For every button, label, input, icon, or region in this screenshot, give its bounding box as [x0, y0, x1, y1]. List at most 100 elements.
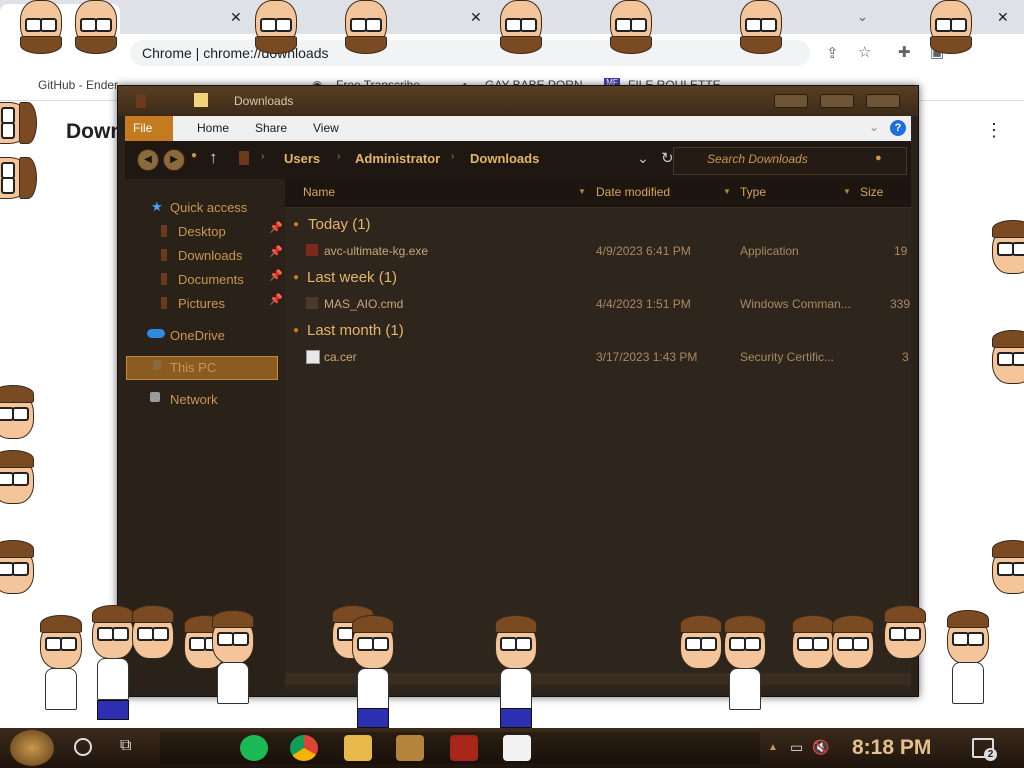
roblox-app-icon[interactable] — [396, 735, 424, 761]
close-icon[interactable]: ✕ — [997, 0, 1009, 34]
tab-file[interactable]: File — [125, 116, 173, 141]
group-collapse-icon[interactable]: ● — [293, 325, 299, 336]
desktop-folder-icon — [161, 225, 167, 237]
chevron-down-icon[interactable]: ▼ — [578, 187, 586, 196]
recent-locations-icon[interactable]: ● — [191, 150, 197, 161]
chevron-right-icon[interactable]: › — [451, 151, 454, 162]
file-type: Security Certific... — [740, 350, 835, 364]
breadcrumb-administrator[interactable]: Administrator — [355, 151, 440, 166]
chevron-down-icon[interactable]: ▼ — [723, 187, 731, 196]
cartoon-head — [345, 0, 389, 54]
maximize-button[interactable] — [820, 94, 854, 108]
chevron-down-icon[interactable]: ⌄ — [637, 150, 649, 167]
breadcrumb-downloads[interactable]: Downloads — [470, 151, 539, 166]
file-size: 19 — [894, 244, 908, 258]
group-last-month[interactable]: Last month (1) — [307, 322, 404, 339]
pin-icon[interactable]: 📌 — [269, 245, 283, 258]
group-last-week[interactable]: Last week (1) — [307, 269, 397, 286]
file-name[interactable]: avc-ultimate-kg.exe — [324, 244, 428, 258]
search-icon[interactable] — [74, 738, 92, 756]
column-size[interactable]: Size — [860, 185, 883, 199]
column-type[interactable]: Type — [740, 185, 766, 199]
search-icon[interactable]: ● — [875, 152, 882, 164]
bookmark-github[interactable]: GitHub - Ender — [38, 78, 118, 92]
tray-chevron-icon[interactable]: ▲ — [768, 742, 778, 753]
cartoon-head — [882, 605, 926, 659]
back-button[interactable]: ◀ — [137, 149, 159, 171]
file-date: 3/17/2023 1:43 PM — [596, 350, 698, 364]
refresh-icon[interactable]: ↻ — [661, 149, 674, 167]
group-today[interactable]: Today (1) — [308, 216, 371, 233]
nav-network[interactable]: Network — [170, 389, 218, 411]
pin-icon[interactable]: 📌 — [269, 269, 283, 282]
more-menu-icon[interactable]: ⋮ — [985, 120, 1003, 141]
application-file-icon — [306, 244, 318, 256]
breadcrumb-users[interactable]: Users — [284, 151, 320, 166]
cartoon-body — [500, 668, 532, 710]
tab-view[interactable]: View — [301, 116, 351, 141]
cartoon-head — [0, 540, 34, 594]
nav-onedrive[interactable]: OneDrive — [170, 325, 225, 347]
close-icon[interactable]: ✕ — [470, 0, 482, 34]
up-arrow-icon[interactable]: ↑ — [209, 148, 218, 168]
chevron-right-icon[interactable]: › — [261, 151, 264, 162]
help-icon[interactable]: ? — [890, 120, 906, 136]
task-view-icon[interactable]: ⧉ — [120, 737, 131, 755]
column-date-modified[interactable]: Date modified — [596, 185, 670, 199]
cartoon-head — [500, 0, 544, 54]
chevron-down-icon[interactable]: ⌄ — [857, 0, 868, 34]
ribbon-expand-icon[interactable]: ⌄ — [869, 120, 879, 134]
window-menu-icon[interactable] — [136, 94, 146, 108]
nav-pictures[interactable]: Pictures — [178, 293, 225, 315]
minimize-button[interactable] — [774, 94, 808, 108]
cartoon-head — [38, 615, 82, 669]
cartoon-head — [0, 385, 34, 439]
nav-documents[interactable]: Documents — [178, 269, 244, 291]
volume-muted-icon[interactable]: 🔇 — [812, 739, 829, 756]
file-date: 4/4/2023 1:51 PM — [596, 297, 691, 311]
cartoon-head — [350, 615, 394, 669]
chevron-down-icon[interactable]: ▼ — [843, 187, 851, 196]
search-placeholder: Search Downloads — [707, 152, 808, 166]
cartoon-body — [97, 658, 129, 700]
forward-button[interactable]: ▶ — [163, 149, 185, 171]
share-icon[interactable]: ⇪ — [826, 44, 839, 62]
xd-app-icon[interactable] — [503, 735, 531, 761]
column-name[interactable]: Name — [303, 185, 335, 199]
cartoon-body — [729, 668, 761, 710]
close-icon[interactable]: ✕ — [230, 0, 242, 34]
cartoon-head — [0, 450, 34, 504]
nav-desktop[interactable]: Desktop — [178, 221, 226, 243]
tab-home[interactable]: Home — [185, 116, 241, 141]
tab-share[interactable]: Share — [243, 116, 299, 141]
cartoon-head — [990, 330, 1024, 384]
star-icon[interactable]: ☆ — [858, 43, 871, 61]
media-app-icon[interactable] — [450, 735, 478, 761]
cartoon-head — [945, 610, 989, 664]
spotify-icon[interactable] — [240, 735, 268, 761]
nav-downloads[interactable]: Downloads — [178, 245, 242, 267]
nav-this-pc[interactable]: This PC — [170, 357, 216, 379]
computer-icon — [153, 360, 161, 370]
nav-quick-access[interactable]: Quick access — [170, 197, 247, 219]
ribbon-tabs: File Home Share View ⌄ ? — [125, 116, 911, 141]
chevron-right-icon[interactable]: › — [337, 151, 340, 162]
group-collapse-icon[interactable]: ● — [293, 272, 299, 283]
pin-icon[interactable]: 📌 — [269, 221, 283, 234]
path-folder-icon — [239, 151, 249, 165]
start-button[interactable] — [10, 730, 54, 766]
notification-count: 2 — [984, 748, 997, 761]
taskbar-clock[interactable]: 8:18 PM — [852, 736, 931, 760]
close-button[interactable] — [866, 94, 900, 108]
extensions-icon[interactable]: ✚ — [898, 43, 911, 61]
file-name[interactable]: MAS_AIO.cmd — [324, 297, 403, 311]
pin-icon[interactable]: 📌 — [269, 293, 283, 306]
cartoon-head — [75, 0, 119, 54]
chrome-icon[interactable] — [290, 735, 318, 761]
cartoon-head — [0, 100, 37, 144]
group-collapse-icon[interactable]: ● — [293, 219, 299, 230]
address-bar[interactable]: Chrome | chrome://downloads — [130, 40, 810, 66]
file-name[interactable]: ca.cer — [324, 350, 357, 364]
network-tray-icon[interactable]: ▭ — [790, 739, 803, 756]
file-explorer-icon[interactable] — [344, 735, 372, 761]
